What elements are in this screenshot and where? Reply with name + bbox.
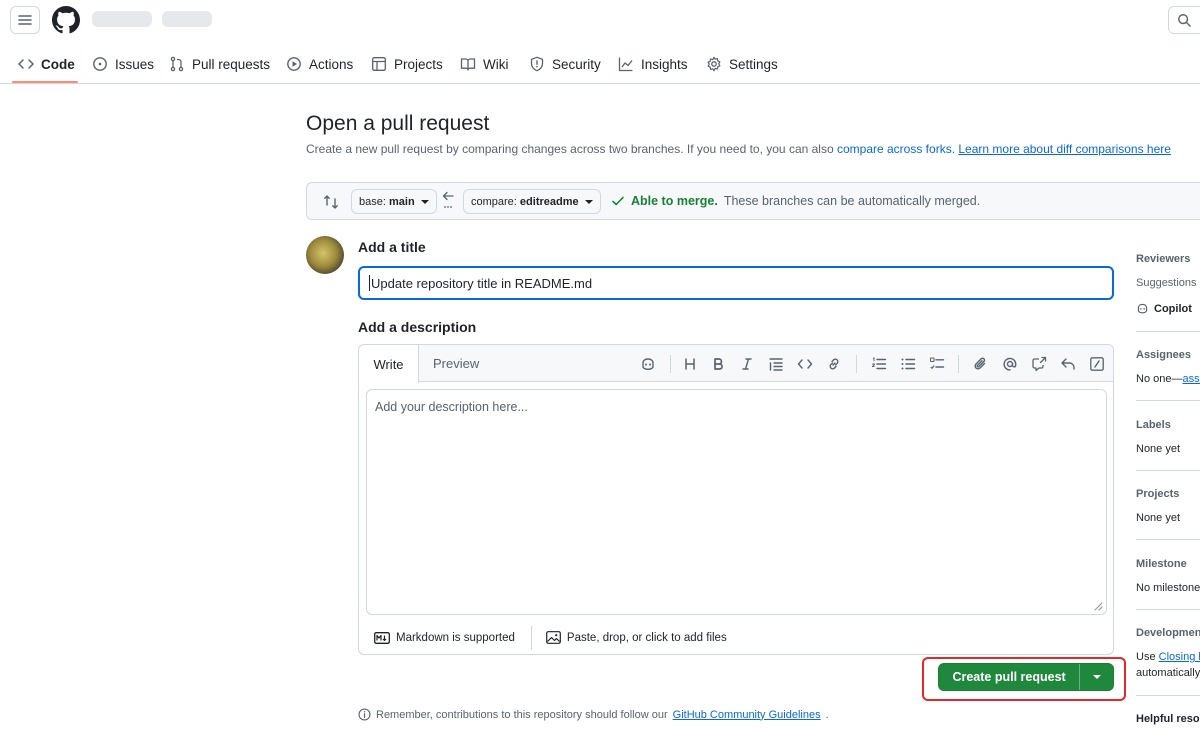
tab-security[interactable]: Security xyxy=(529,44,601,84)
heading-icon[interactable] xyxy=(680,354,700,374)
projects-value: None yet xyxy=(1136,512,1181,524)
title-label: Add a title xyxy=(358,239,426,255)
ordered-list-icon[interactable] xyxy=(869,354,889,374)
graph-icon xyxy=(618,57,633,72)
book-icon xyxy=(460,58,476,71)
tab-issues[interactable]: Issues xyxy=(92,44,154,84)
compare-arrows-icon xyxy=(324,195,338,209)
reviewers-heading[interactable]: Reviewers xyxy=(1136,253,1200,265)
copilot-icon[interactable] xyxy=(638,354,658,374)
unordered-list-icon[interactable] xyxy=(898,354,918,374)
bold-icon[interactable] xyxy=(708,354,728,374)
search-button[interactable] xyxy=(1168,6,1200,34)
tab-preview[interactable]: Preview xyxy=(433,345,479,382)
editor-footer: Markdown is supported Paste, drop, or cl… xyxy=(359,621,1113,654)
assign-yourself-link[interactable]: assign yourself xyxy=(1182,373,1200,385)
github-logo-icon[interactable] xyxy=(52,6,80,34)
compare-branch-button[interactable]: compare: editreadme xyxy=(463,189,601,214)
assignees-value: No one—assign yourself xyxy=(1136,373,1200,385)
copilot-reviewer[interactable]: Copilot xyxy=(1136,302,1200,315)
chevron-down-icon xyxy=(584,199,593,204)
development-value-2: automatically xyxy=(1136,667,1200,679)
base-branch-button[interactable]: base: main xyxy=(351,189,437,214)
title-input[interactable]: Update repository title in README.md xyxy=(358,266,1114,300)
repo-owner-redacted[interactable] xyxy=(92,11,152,27)
code-icon[interactable] xyxy=(795,354,815,374)
text-caret xyxy=(369,275,370,291)
slash-command-icon[interactable] xyxy=(1087,354,1107,374)
hamburger-icon xyxy=(18,15,32,25)
tab-insights[interactable]: Insights xyxy=(618,44,688,84)
tab-write[interactable]: Write xyxy=(359,345,419,383)
page-title: Open a pull request xyxy=(306,112,490,135)
active-tab-indicator xyxy=(12,81,78,83)
labels-value: None yet xyxy=(1136,443,1181,455)
chevron-down-icon xyxy=(1092,675,1101,679)
arrow-left-icon xyxy=(442,191,454,208)
description-label: Add a description xyxy=(358,319,477,335)
description-editor: Write Preview Add your description here.… xyxy=(358,344,1114,655)
avatar xyxy=(306,236,344,274)
chevron-down-icon xyxy=(420,199,429,204)
markdown-icon xyxy=(374,631,390,644)
repo-name-redacted[interactable] xyxy=(162,11,212,27)
labels-heading[interactable]: Labels xyxy=(1136,419,1200,431)
page-subtitle: Create a new pull request by comparing c… xyxy=(306,142,1171,156)
quote-icon[interactable] xyxy=(766,354,786,374)
tab-pull-requests[interactable]: Pull requests xyxy=(169,44,270,84)
table-icon xyxy=(372,57,386,71)
pull-request-icon xyxy=(170,56,184,72)
create-pull-request-label[interactable]: Create pull request xyxy=(939,664,1079,690)
compare-across-forks-link[interactable]: compare across forks. xyxy=(837,142,955,156)
attachment-icon[interactable] xyxy=(971,354,991,374)
milestone-heading[interactable]: Milestone xyxy=(1136,558,1200,570)
tab-wiki[interactable]: Wiki xyxy=(460,44,509,84)
tab-code[interactable]: Code xyxy=(18,44,75,84)
markdown-supported-link[interactable]: Markdown is supported xyxy=(374,632,515,644)
development-value: Use Closing keywords xyxy=(1136,651,1200,663)
menu-button[interactable] xyxy=(10,6,40,34)
gear-icon xyxy=(707,56,721,72)
milestone-value: No milestone xyxy=(1136,582,1200,594)
image-icon xyxy=(546,631,561,644)
community-guidelines-link[interactable]: GitHub Community Guidelines xyxy=(673,709,821,721)
copilot-icon xyxy=(1137,303,1148,314)
projects-heading[interactable]: Projects xyxy=(1136,488,1200,500)
create-pull-request-button[interactable]: Create pull request xyxy=(938,663,1114,691)
create-options-dropdown[interactable] xyxy=(1079,664,1113,690)
helpful-resources-heading: Helpful resources xyxy=(1136,713,1200,725)
task-list-icon[interactable] xyxy=(927,354,947,374)
repo-nav: Code Issues Pull requests Actions Projec… xyxy=(0,44,1200,84)
italic-icon[interactable] xyxy=(737,354,757,374)
play-icon xyxy=(287,57,301,71)
cross-reference-icon[interactable] xyxy=(1029,354,1049,374)
check-icon xyxy=(612,196,624,206)
tab-actions[interactable]: Actions xyxy=(286,44,353,84)
learn-more-link[interactable]: Learn more about diff comparisons here xyxy=(958,142,1171,156)
assignees-heading[interactable]: Assignees xyxy=(1136,349,1200,361)
closing-keywords-link[interactable]: Closing keywords xyxy=(1159,651,1200,663)
development-heading[interactable]: Development xyxy=(1136,627,1200,639)
suggestions-label: Suggestions xyxy=(1136,277,1197,289)
tab-settings[interactable]: Settings xyxy=(706,44,778,84)
tab-projects[interactable]: Projects xyxy=(371,44,443,84)
code-icon xyxy=(18,59,34,69)
info-icon xyxy=(358,708,371,721)
resize-handle-icon[interactable] xyxy=(1093,601,1103,611)
issue-icon xyxy=(93,57,107,71)
add-files-button[interactable]: Paste, drop, or click to add files xyxy=(546,631,727,644)
link-icon[interactable] xyxy=(824,354,844,374)
merge-status: Able to merge. These branches can be aut… xyxy=(611,194,980,208)
mention-icon[interactable] xyxy=(1000,354,1020,374)
shield-icon xyxy=(530,56,544,72)
reply-icon[interactable] xyxy=(1058,354,1078,374)
description-textarea[interactable]: Add your description here... xyxy=(366,389,1107,615)
search-icon xyxy=(1178,14,1191,27)
contribution-note: Remember, contributions to this reposito… xyxy=(358,708,829,721)
branch-compare-bar: base: main compare: editreadme Able to m… xyxy=(306,182,1200,220)
